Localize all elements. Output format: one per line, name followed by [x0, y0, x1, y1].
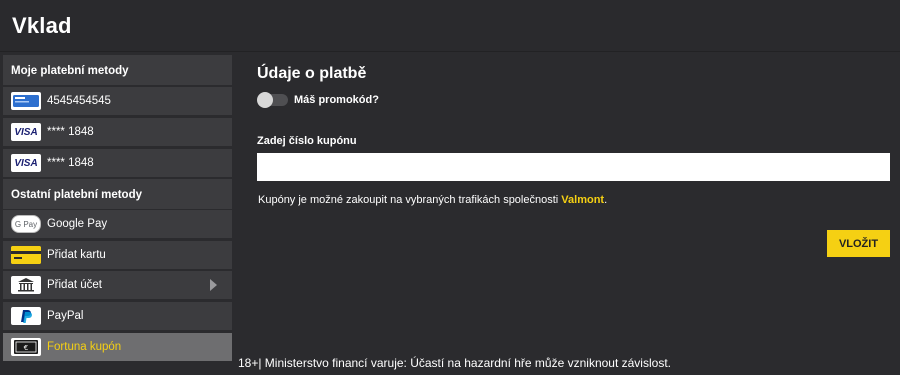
bank-icon — [11, 276, 41, 294]
method-label: **** 1848 — [47, 126, 94, 138]
coupon-info-end: . — [604, 194, 608, 206]
method-saved-visa-1[interactable]: VISA **** 1848 — [3, 118, 232, 146]
coupon-icon: € — [11, 338, 41, 356]
method-fortuna-coupon[interactable]: € Fortuna kupón — [3, 333, 232, 361]
method-label: Přidat účet — [47, 279, 102, 291]
method-label: **** 1848 — [47, 157, 94, 169]
coupon-info-text: Kupóny je možné zakoupit na vybraných tr… — [258, 194, 607, 206]
valmont-link[interactable]: Valmont — [561, 194, 604, 206]
payment-details-panel: Údaje o platbě Máš promokód? Zadej číslo… — [236, 52, 900, 375]
method-label: Přidat kartu — [47, 249, 106, 261]
visa-logo-text: VISA — [14, 157, 38, 169]
promo-code-toggle[interactable] — [257, 92, 288, 108]
chevron-right-icon[interactable] — [210, 279, 217, 291]
paypal-icon — [11, 307, 41, 325]
method-add-card[interactable]: Přidat kartu — [3, 241, 232, 269]
top-bar: Vklad — [0, 0, 900, 52]
svg-text:€: € — [24, 344, 28, 352]
gpay-logo-text: G Pay — [14, 219, 38, 229]
gambling-warning: 18+| Ministerstvo financí varuje: Účastí… — [238, 356, 671, 370]
credit-card-icon — [11, 246, 41, 264]
method-saved-visa-2[interactable]: VISA **** 1848 — [3, 149, 232, 177]
google-pay-icon: G Pay — [11, 215, 41, 233]
payment-details-heading: Údaje o platbě — [257, 65, 367, 82]
method-add-account[interactable]: Přidat účet — [3, 271, 232, 299]
promo-toggle-row: Máš promokód? — [257, 92, 379, 108]
method-paypal[interactable]: PayPal — [3, 302, 232, 330]
visa-logo-text: VISA — [14, 126, 38, 138]
coupon-info-sentence: Kupóny je možné zakoupit na vybraných tr… — [258, 194, 559, 206]
method-label: Google Pay — [47, 218, 108, 230]
toggle-knob — [257, 92, 273, 108]
payment-methods-sidebar: Moje platební metody 4545454545 VISA ***… — [0, 52, 236, 375]
promo-code-label: Máš promokód? — [294, 94, 379, 106]
submit-button[interactable]: VLOŽIT — [827, 230, 890, 257]
method-saved-bank-card[interactable]: 4545454545 — [3, 87, 232, 115]
card-bank-icon — [11, 92, 41, 110]
visa-icon: VISA — [11, 123, 41, 141]
page-title: Vklad — [12, 13, 72, 38]
method-label: 4545454545 — [47, 95, 111, 107]
my-methods-header: Moje platební metody — [3, 55, 232, 85]
method-label: PayPal — [47, 310, 84, 322]
coupon-number-input[interactable] — [257, 153, 890, 181]
visa-icon: VISA — [11, 154, 41, 172]
other-methods-header: Ostatní platební metody — [3, 179, 232, 209]
coupon-field-label: Zadej číslo kupónu — [257, 135, 357, 147]
method-label: Fortuna kupón — [47, 341, 122, 353]
method-google-pay[interactable]: G Pay Google Pay — [3, 210, 232, 238]
